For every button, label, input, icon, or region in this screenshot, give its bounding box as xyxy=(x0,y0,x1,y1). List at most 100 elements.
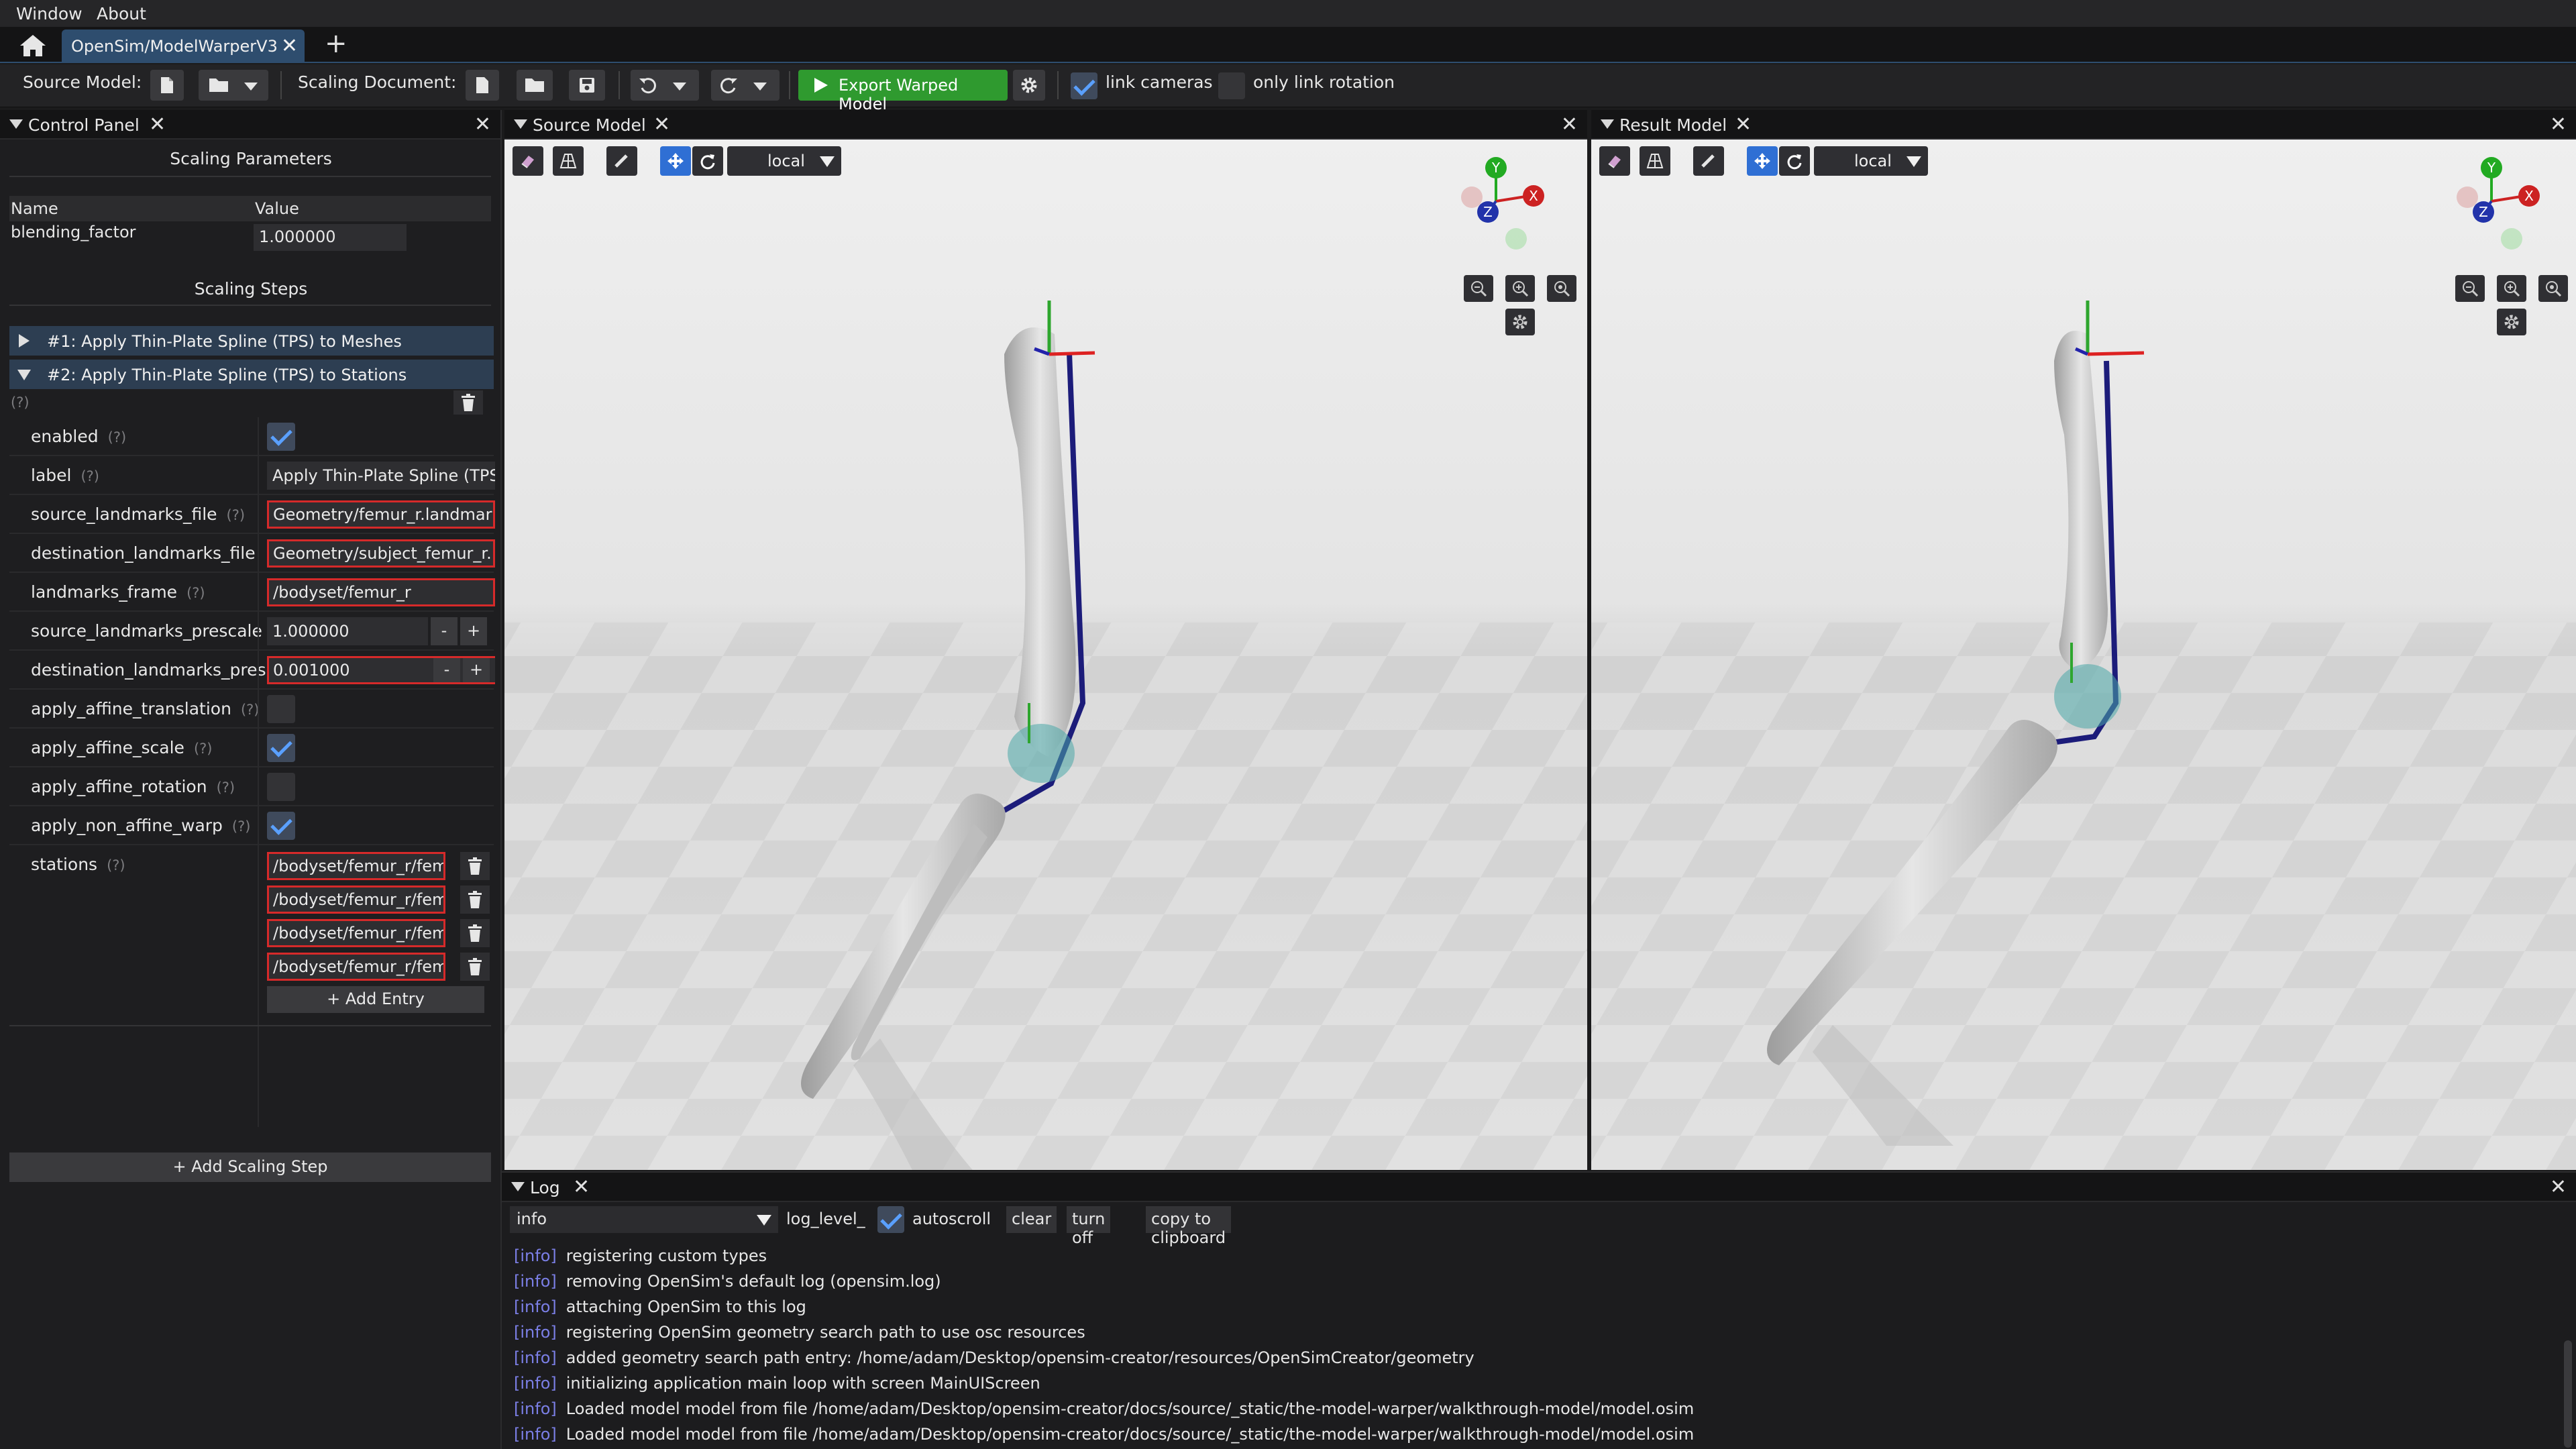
autoscroll-checkbox[interactable] xyxy=(877,1206,904,1233)
settings-button[interactable] xyxy=(1013,70,1045,101)
perspective-button[interactable] xyxy=(1640,146,1670,176)
zoom-fit-button[interactable] xyxy=(2538,275,2568,302)
station-entry[interactable]: /bodyset/femur_r/femur_r_station xyxy=(267,885,445,914)
apply-affine-rotation-checkbox[interactable] xyxy=(267,773,295,801)
delete-station-button[interactable] xyxy=(460,919,490,947)
close-icon[interactable]: ✕ xyxy=(2550,1175,2567,1199)
landmarks-frame-input[interactable]: /bodyset/femur_r xyxy=(267,578,495,606)
destination-prescale-input[interactable]: 0.001000 xyxy=(267,656,495,684)
frame-select[interactable]: local xyxy=(727,146,841,176)
collapse-icon[interactable] xyxy=(1601,119,1614,129)
open-file-button[interactable] xyxy=(199,70,268,101)
axis-gizmo[interactable]: Y X Z xyxy=(1458,154,1566,262)
scene-settings-button[interactable] xyxy=(1505,309,1535,335)
help-marker[interactable]: (?) xyxy=(11,394,30,411)
ruler-button[interactable] xyxy=(606,146,637,176)
collapse-icon[interactable] xyxy=(511,1182,525,1191)
collapse-icon[interactable] xyxy=(9,119,23,129)
translate-gizmo-button[interactable] xyxy=(1747,146,1778,176)
frame-select[interactable]: local xyxy=(1814,146,1928,176)
increment-button[interactable]: + xyxy=(463,658,490,682)
close-icon[interactable]: ✕ xyxy=(2550,113,2567,136)
decrement-button[interactable]: - xyxy=(431,617,458,645)
source-panel-header: Source Model ✕ ✕ xyxy=(504,110,1587,140)
zoom-in-button[interactable] xyxy=(2497,275,2526,302)
home-icon[interactable] xyxy=(17,32,48,59)
label-input[interactable]: Apply Thin-Plate Spline (TPS) to Station… xyxy=(267,462,495,490)
apply-affine-translation-checkbox[interactable] xyxy=(267,695,295,723)
translate-gizmo-button[interactable] xyxy=(660,146,691,176)
link-cameras-checkbox[interactable] xyxy=(1071,72,1097,99)
close-icon[interactable]: ✕ xyxy=(1561,113,1578,136)
collapse-icon[interactable] xyxy=(514,119,527,129)
close-icon[interactable]: ✕ xyxy=(281,34,298,58)
add-scaling-step-button[interactable]: + Add Scaling Step xyxy=(9,1152,491,1182)
decrement-button[interactable]: - xyxy=(433,658,460,682)
measure-tool-button[interactable] xyxy=(513,146,543,176)
close-icon[interactable]: ✕ xyxy=(653,113,670,136)
zoom-fit-button[interactable] xyxy=(1547,275,1576,302)
landmark-sphere[interactable] xyxy=(1008,724,1075,783)
log-level-value: info xyxy=(517,1210,547,1228)
new-document-button[interactable] xyxy=(466,70,499,101)
trash-icon xyxy=(468,891,482,908)
menu-window[interactable]: Window xyxy=(16,4,83,23)
expand-icon xyxy=(19,334,30,347)
delete-station-button[interactable] xyxy=(460,852,490,880)
result-3d-scene[interactable] xyxy=(1591,140,2576,1170)
source-landmarks-file-input[interactable]: Geometry/femur_r.landmarks xyxy=(267,500,495,529)
clear-button[interactable]: clear xyxy=(1006,1206,1057,1233)
undo-button[interactable] xyxy=(631,70,699,101)
scaling-step-1[interactable]: #1: Apply Thin-Plate Spline (TPS) to Mes… xyxy=(9,326,494,356)
menu-about[interactable]: About xyxy=(97,4,146,23)
close-icon[interactable]: ✕ xyxy=(1735,113,1752,136)
zoom-fit-icon xyxy=(1554,281,1570,297)
rotate-gizmo-button[interactable] xyxy=(692,146,723,176)
rotate-gizmo-button[interactable] xyxy=(1779,146,1810,176)
save-button[interactable] xyxy=(569,70,605,101)
turn-off-button[interactable]: turn off xyxy=(1067,1206,1111,1247)
tab-model-warper[interactable]: OpenSim/ModelWarperV3 ✕ xyxy=(62,30,305,63)
export-warped-model-button[interactable]: Export Warped Model xyxy=(798,70,1008,113)
scene-settings-button[interactable] xyxy=(2497,309,2526,335)
close-icon[interactable]: ✕ xyxy=(149,113,166,136)
divider xyxy=(9,305,491,306)
panel-title: Control Panel xyxy=(28,115,140,135)
enabled-checkbox[interactable] xyxy=(267,423,295,451)
landmark-sphere[interactable] xyxy=(2054,664,2121,729)
prop-label: apply_affine_rotation (?) xyxy=(31,777,235,796)
redo-button[interactable] xyxy=(711,70,780,101)
new-file-button[interactable] xyxy=(150,70,184,101)
apply-affine-scale-checkbox[interactable] xyxy=(267,734,295,762)
scaling-step-2[interactable]: #2: Apply Thin-Plate Spline (TPS) to Sta… xyxy=(9,360,494,389)
zoom-in-button[interactable] xyxy=(1505,275,1535,302)
log-scrollbar[interactable] xyxy=(2564,1340,2572,1448)
log-level-select[interactable]: info xyxy=(510,1206,778,1233)
zoom-out-button[interactable] xyxy=(1464,275,1493,302)
source-3d-scene[interactable] xyxy=(504,140,1587,1170)
measure-tool-button[interactable] xyxy=(1599,146,1630,176)
delete-station-button[interactable] xyxy=(460,885,490,914)
zoom-out-button[interactable] xyxy=(2455,275,2485,302)
copy-to-clipboard-button[interactable]: copy to clipboard xyxy=(1146,1206,1232,1247)
apply-non-affine-warp-checkbox[interactable] xyxy=(267,812,295,840)
station-entry[interactable]: /bodyset/femur_r/femur_r_station xyxy=(267,919,445,947)
axis-gizmo[interactable]: Y X Z xyxy=(2454,154,2561,262)
close-icon[interactable]: ✕ xyxy=(474,113,491,136)
close-icon[interactable]: ✕ xyxy=(573,1175,590,1199)
add-entry-button[interactable]: + Add Entry xyxy=(267,986,484,1013)
increment-button[interactable]: + xyxy=(460,617,487,645)
ruler-button[interactable] xyxy=(1693,146,1724,176)
perspective-button[interactable] xyxy=(553,146,584,176)
log-line: [info] initializing application main loop… xyxy=(514,1374,1040,1393)
station-entry[interactable]: /bodyset/femur_r/femur_r_station xyxy=(267,852,445,880)
only-link-rotation-checkbox[interactable] xyxy=(1218,72,1245,99)
station-entry[interactable]: /bodyset/femur_r/femur_r_station xyxy=(267,953,445,981)
destination-landmarks-file-input[interactable]: Geometry/subject_femur_r.landmarks xyxy=(267,539,495,568)
source-prescale-input[interactable]: 1.000000 xyxy=(267,617,428,645)
delete-step-button[interactable] xyxy=(453,390,483,415)
delete-station-button[interactable] xyxy=(460,953,490,981)
blending-factor-input[interactable]: 1.000000 xyxy=(254,224,407,251)
add-tab-button[interactable]: + xyxy=(325,28,347,59)
open-document-button[interactable] xyxy=(517,70,553,101)
